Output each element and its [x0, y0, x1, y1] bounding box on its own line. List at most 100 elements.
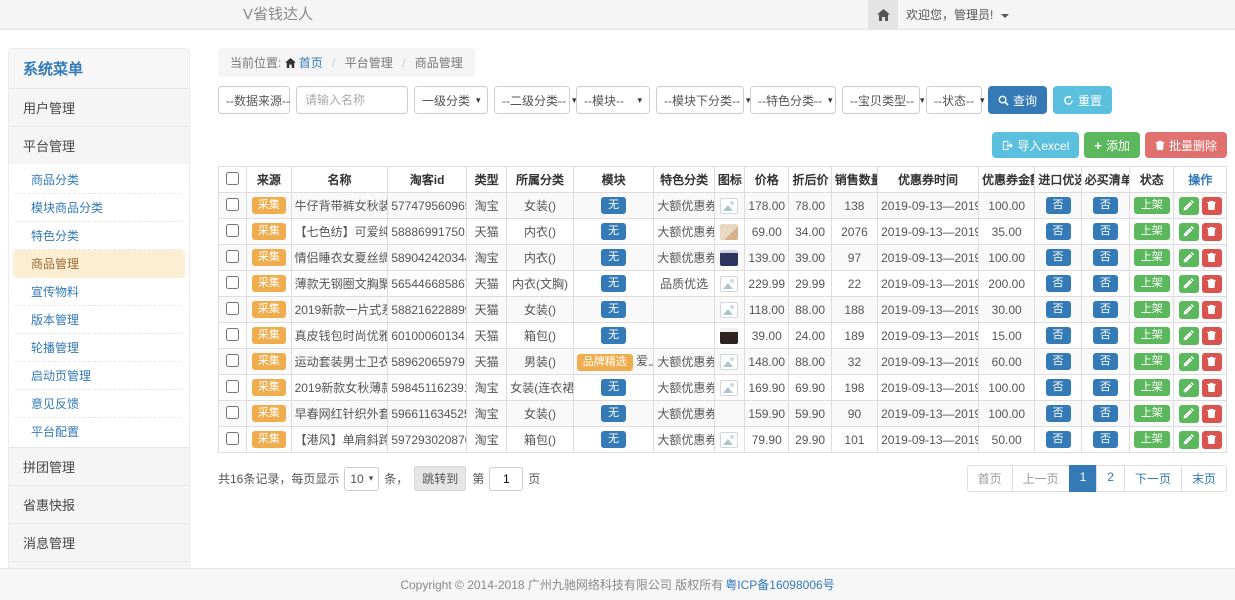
- must-buy-toggle-button[interactable]: 否: [1093, 431, 1118, 448]
- delete-button[interactable]: [1202, 431, 1222, 449]
- status-button[interactable]: 上架: [1134, 249, 1170, 266]
- row-checkbox[interactable]: [226, 380, 239, 393]
- edit-button[interactable]: [1179, 275, 1199, 293]
- add-button[interactable]: + 添加: [1084, 132, 1140, 158]
- edit-button[interactable]: [1179, 301, 1199, 319]
- batch-delete-button[interactable]: 批量删除: [1145, 132, 1227, 158]
- select-all-checkbox[interactable]: [226, 172, 239, 185]
- page-button-2[interactable]: 2: [1096, 465, 1125, 492]
- status-button[interactable]: 上架: [1134, 327, 1170, 344]
- edit-button[interactable]: [1179, 379, 1199, 397]
- import-toggle-button[interactable]: 否: [1046, 327, 1071, 344]
- must-buy-toggle-button[interactable]: 否: [1093, 249, 1118, 266]
- sidebar-item[interactable]: 消息管理: [9, 523, 189, 561]
- page-number-input[interactable]: [489, 467, 523, 491]
- must-buy-toggle-button[interactable]: 否: [1093, 275, 1118, 292]
- status-button[interactable]: 上架: [1134, 223, 1170, 240]
- name-search-input[interactable]: [296, 86, 408, 114]
- import-toggle-button[interactable]: 否: [1046, 301, 1071, 318]
- sidebar-subitem[interactable]: 商品管理: [13, 250, 185, 278]
- status-button[interactable]: 上架: [1134, 431, 1170, 448]
- delete-button[interactable]: [1202, 249, 1222, 267]
- row-checkbox[interactable]: [226, 432, 239, 445]
- row-checkbox[interactable]: [226, 224, 239, 237]
- module-none-button[interactable]: 无: [601, 327, 626, 344]
- sidebar-item-0[interactable]: 用户管理: [9, 88, 189, 126]
- filter-select[interactable]: --特色分类--▾: [750, 86, 836, 114]
- must-buy-toggle-button[interactable]: 否: [1093, 379, 1118, 396]
- filter-select[interactable]: --二级分类--▾: [494, 86, 570, 114]
- delete-button[interactable]: [1202, 223, 1222, 241]
- sidebar-subitem[interactable]: 启动页管理: [13, 362, 185, 390]
- import-toggle-button[interactable]: 否: [1046, 197, 1071, 214]
- status-button[interactable]: 上架: [1134, 275, 1170, 292]
- user-menu[interactable]: 欢迎您，管理员!: [906, 0, 1009, 30]
- filter-select[interactable]: --状态--▾: [926, 86, 982, 114]
- home-button[interactable]: [868, 0, 898, 30]
- import-toggle-button[interactable]: 否: [1046, 405, 1071, 422]
- sidebar-subitem[interactable]: 模块商品分类: [13, 194, 185, 222]
- per-page-select[interactable]: 10▾: [344, 467, 379, 491]
- import-toggle-button[interactable]: 否: [1046, 353, 1071, 370]
- edit-button[interactable]: [1179, 327, 1199, 345]
- delete-button[interactable]: [1202, 301, 1222, 319]
- sidebar-subitem[interactable]: 宣传物料: [13, 278, 185, 306]
- page-button-1[interactable]: 1: [1069, 465, 1098, 492]
- filter-data-source-select[interactable]: --数据来源--▾: [218, 86, 290, 114]
- sidebar-subitem[interactable]: 商品分类: [13, 166, 185, 194]
- import-toggle-button[interactable]: 否: [1046, 431, 1071, 448]
- filter-select[interactable]: --模块下分类--▾: [656, 86, 744, 114]
- sidebar-subitem[interactable]: 特色分类: [13, 222, 185, 250]
- page-button-末页[interactable]: 末页: [1181, 465, 1227, 492]
- edit-button[interactable]: [1179, 353, 1199, 371]
- import-toggle-button[interactable]: 否: [1046, 223, 1071, 240]
- module-none-button[interactable]: 无: [601, 249, 626, 266]
- delete-button[interactable]: [1202, 197, 1222, 215]
- jump-button[interactable]: 跳转到: [414, 466, 466, 491]
- status-button[interactable]: 上架: [1134, 405, 1170, 422]
- sidebar-item[interactable]: 拼团管理: [9, 447, 189, 485]
- sidebar-subitem[interactable]: 意见反馈: [13, 390, 185, 418]
- icp-link[interactable]: 粤ICP备16098006号: [725, 576, 834, 593]
- must-buy-toggle-button[interactable]: 否: [1093, 405, 1118, 422]
- sidebar-item-platform[interactable]: 平台管理: [9, 126, 189, 164]
- delete-button[interactable]: [1202, 275, 1222, 293]
- must-buy-toggle-button[interactable]: 否: [1093, 197, 1118, 214]
- module-none-button[interactable]: 无: [601, 275, 626, 292]
- filter-select[interactable]: --宝贝类型--▾: [842, 86, 920, 114]
- row-checkbox[interactable]: [226, 406, 239, 419]
- import-excel-button[interactable]: 导入excel: [992, 132, 1079, 158]
- status-button[interactable]: 上架: [1134, 197, 1170, 214]
- module-none-button[interactable]: 无: [601, 223, 626, 240]
- module-none-button[interactable]: 无: [601, 197, 626, 214]
- sidebar-subitem[interactable]: 平台配置: [13, 418, 185, 445]
- module-none-button[interactable]: 无: [601, 379, 626, 396]
- filter-select[interactable]: 一级分类▾: [414, 86, 488, 114]
- row-checkbox[interactable]: [226, 198, 239, 211]
- module-none-button[interactable]: 无: [601, 431, 626, 448]
- must-buy-toggle-button[interactable]: 否: [1093, 353, 1118, 370]
- row-checkbox[interactable]: [226, 354, 239, 367]
- row-checkbox[interactable]: [226, 276, 239, 289]
- must-buy-toggle-button[interactable]: 否: [1093, 301, 1118, 318]
- import-toggle-button[interactable]: 否: [1046, 249, 1071, 266]
- module-none-button[interactable]: 无: [601, 301, 626, 318]
- module-none-button[interactable]: 无: [601, 405, 626, 422]
- search-button[interactable]: 查询: [988, 86, 1047, 114]
- delete-button[interactable]: [1202, 405, 1222, 423]
- delete-button[interactable]: [1202, 379, 1222, 397]
- edit-button[interactable]: [1179, 223, 1199, 241]
- edit-button[interactable]: [1179, 197, 1199, 215]
- delete-button[interactable]: [1202, 353, 1222, 371]
- row-checkbox[interactable]: [226, 302, 239, 315]
- row-checkbox[interactable]: [226, 250, 239, 263]
- status-button[interactable]: 上架: [1134, 353, 1170, 370]
- import-toggle-button[interactable]: 否: [1046, 275, 1071, 292]
- sidebar-subitem[interactable]: 轮播管理: [13, 334, 185, 362]
- must-buy-toggle-button[interactable]: 否: [1093, 223, 1118, 240]
- breadcrumb-home-link[interactable]: 首页: [299, 56, 323, 70]
- edit-button[interactable]: [1179, 431, 1199, 449]
- filter-select[interactable]: --模块--▾: [576, 86, 650, 114]
- edit-button[interactable]: [1179, 249, 1199, 267]
- row-checkbox[interactable]: [226, 328, 239, 341]
